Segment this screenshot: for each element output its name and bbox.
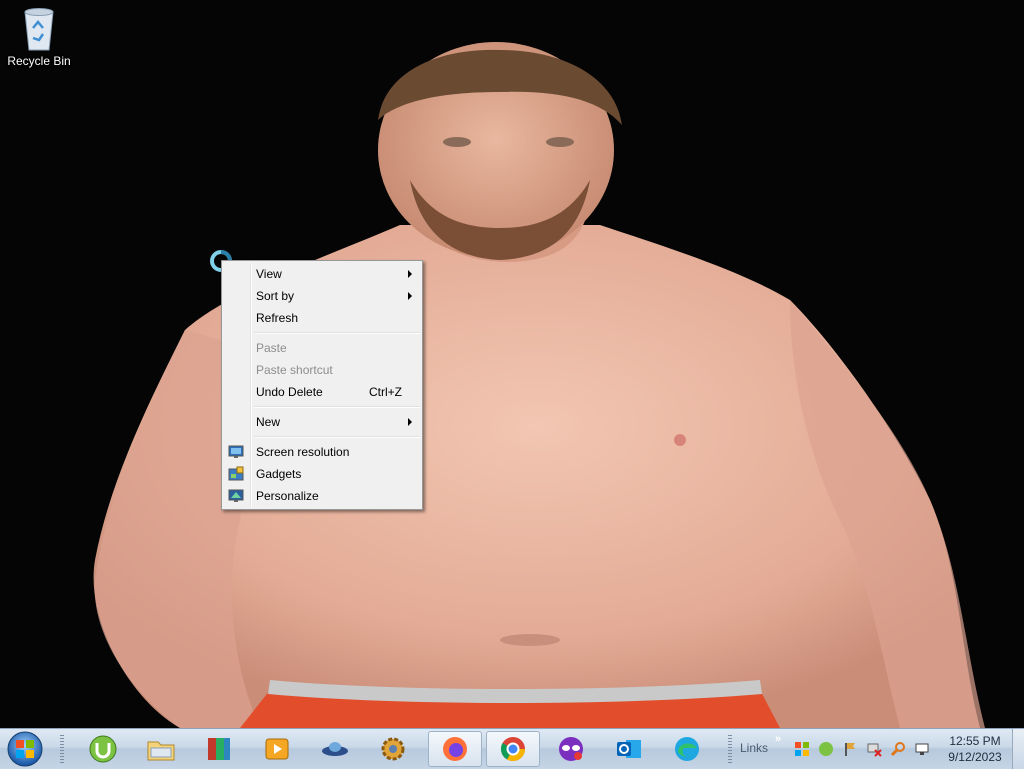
chrome-icon [500,737,525,762]
taskbar-file-explorer[interactable] [134,731,188,767]
menu-item-undo-delete[interactable]: Undo Delete Ctrl+Z [222,381,422,403]
outlook-icon [617,740,641,758]
ufo-icon [322,742,348,756]
edge-icon [675,737,699,761]
system-clock[interactable]: 12:55 PM 9/12/2023 [944,733,1006,765]
recycle-bin-icon [24,8,54,51]
media-player-icon [265,738,289,760]
menu-item-screen-resolution[interactable]: Screen resolution [222,441,422,463]
taskbar-media-player[interactable] [250,731,304,767]
taskbar-winrar[interactable] [192,731,246,767]
menu-item-paste: Paste [256,341,287,355]
taskbar-ufo-app[interactable] [308,731,362,767]
taskbar-outlook[interactable] [602,731,656,767]
mask-icon [559,737,583,761]
desktop-icon-recycle-bin[interactable]: Recycle Bin [6,6,72,76]
taskbar-firefox[interactable] [428,731,482,767]
taskbar: Links » 12:55 PM 9/12/2023 [0,728,1024,769]
utorrent-tray-icon[interactable] [818,741,834,757]
menu-item-gadgets[interactable]: Gadgets [222,463,422,485]
winrar-icon [208,738,230,760]
menu-item-sort-by[interactable]: Sort by [222,285,422,307]
firefox-icon [443,737,467,761]
monitor-icon [228,445,244,458]
gadgets-icon [228,466,244,481]
taskbar-masked-app[interactable] [544,731,598,767]
clock-time: 12:55 PM [949,734,1001,748]
menu-item-view[interactable]: View [222,263,422,285]
folder-icon [147,741,175,761]
personalize-icon [228,489,244,502]
display-tray-icon[interactable] [914,741,930,757]
show-desktop-button[interactable] [1012,729,1024,769]
menu-separator [254,332,420,334]
network-error-icon[interactable] [866,741,882,757]
submenu-arrow-icon [408,270,412,278]
recycle-bin-label: Recycle Bin [7,54,71,68]
menu-item-refresh[interactable]: Refresh [222,307,422,329]
desktop-wallpaper [0,0,1024,728]
wallpaper-photo [93,42,985,728]
taskbar-utorrent[interactable] [76,731,130,767]
gear-app-icon [381,737,405,761]
links-chevron[interactable]: » [775,733,781,745]
undo-delete-shortcut: Ctrl+Z [369,385,402,399]
taskbar-grip[interactable] [728,735,732,763]
utorrent-icon [89,735,117,763]
submenu-arrow-icon [408,292,412,300]
menu-item-new[interactable]: New [222,411,422,433]
clock-date: 9/12/2023 [948,750,1002,764]
taskbar-chrome[interactable] [486,731,540,767]
taskbar-grip[interactable] [60,735,64,763]
search-tray-icon[interactable] [890,741,906,757]
menu-separator [254,406,420,408]
menu-separator [254,436,420,438]
desktop-context-menu: View Sort by Refresh Paste Paste shortcu… [221,260,423,510]
taskbar-edge[interactable] [660,731,714,767]
flag-tray-icon[interactable] [842,741,858,757]
menu-item-personalize[interactable]: Personalize [222,485,422,507]
windows-flag-icon[interactable] [794,741,810,757]
start-button[interactable] [4,730,46,768]
taskbar-gear-app[interactable] [366,731,420,767]
menu-item-paste-shortcut: Paste shortcut [256,363,333,377]
submenu-arrow-icon [408,418,412,426]
links-toolbar[interactable]: Links [740,741,768,755]
